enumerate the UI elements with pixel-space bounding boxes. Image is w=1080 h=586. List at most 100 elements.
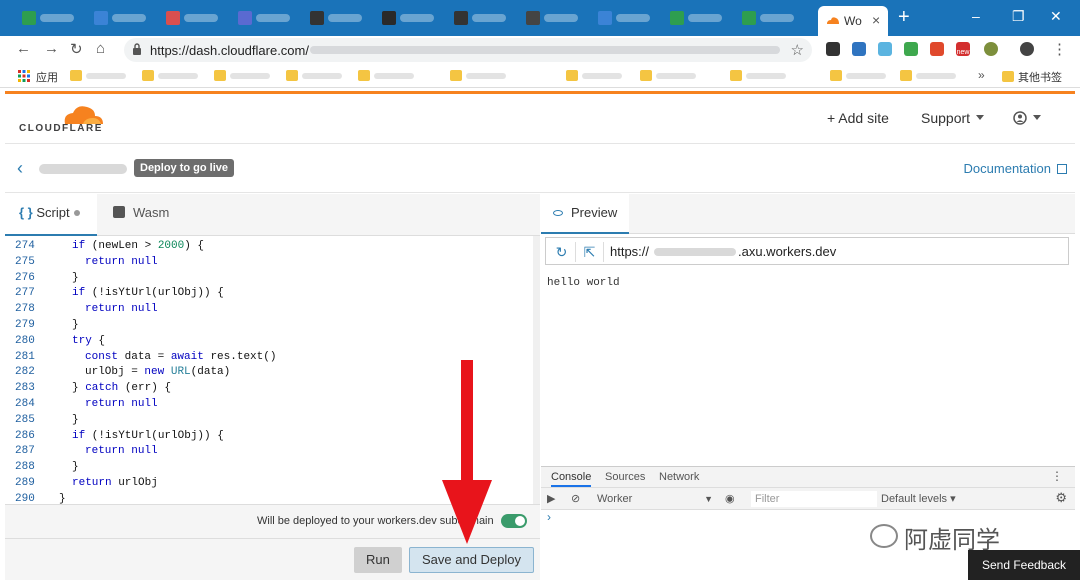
- refresh-icon[interactable]: ↻: [548, 242, 576, 262]
- code-line: 275 return null: [5, 256, 533, 271]
- code-text: return null: [85, 303, 158, 316]
- browser-tab[interactable]: [450, 8, 514, 28]
- add-site-button[interactable]: + Add site: [827, 110, 889, 126]
- bookmarks-overflow[interactable]: »: [978, 68, 985, 82]
- code-text: const data = await res.text(): [85, 350, 277, 363]
- run-button[interactable]: Run: [354, 547, 402, 573]
- line-number: 286: [15, 429, 35, 442]
- code-line: 278 return null: [5, 303, 533, 318]
- extension-icon[interactable]: [878, 42, 892, 56]
- workers-dev-toggle[interactable]: [501, 514, 527, 528]
- new-tab-icon[interactable]: +: [898, 6, 910, 29]
- code-text: if (newLen > 2000) {: [72, 240, 205, 252]
- preview-url-redacted: [654, 248, 736, 256]
- browser-tab[interactable]: [306, 8, 370, 28]
- code-text: return urlObj: [72, 477, 158, 489]
- console-filter-input[interactable]: Filter: [751, 491, 877, 507]
- browser-tab[interactable]: [378, 8, 442, 28]
- browser-tab[interactable]: [594, 8, 658, 28]
- devtools-tab-console[interactable]: Console: [551, 471, 592, 487]
- extension-icon[interactable]: [852, 42, 866, 56]
- extension-icon[interactable]: [930, 42, 944, 56]
- braces-icon: { }: [19, 205, 33, 220]
- vertical-scrollbar[interactable]: [533, 236, 540, 504]
- browser-tab[interactable]: [234, 8, 298, 28]
- clear-console-icon[interactable]: ⊘: [571, 492, 580, 505]
- line-number: 282: [15, 366, 35, 379]
- browser-tab-active[interactable]: Wo ×: [818, 6, 888, 36]
- restore-icon[interactable]: ❐: [1012, 8, 1025, 25]
- line-number: 281: [15, 350, 35, 363]
- extension-new-icon[interactable]: new: [956, 42, 970, 56]
- code-text: } catch (err) {: [72, 382, 172, 395]
- code-text: }: [72, 413, 79, 426]
- extension-icon[interactable]: [826, 42, 840, 56]
- tab-script-label: Script: [36, 205, 70, 220]
- evernote-icon[interactable]: [904, 42, 918, 56]
- gear-icon[interactable]: ⚙: [1055, 490, 1067, 506]
- console-prompt[interactable]: ›: [547, 510, 551, 524]
- line-number: 284: [15, 398, 35, 410]
- context-select[interactable]: Worker ▼: [597, 491, 715, 507]
- home-icon[interactable]: ⌂: [96, 40, 105, 57]
- forward-icon[interactable]: →: [44, 40, 59, 57]
- browser-tab[interactable]: [522, 8, 586, 28]
- tab-preview[interactable]: Preview: [541, 194, 629, 234]
- devtools-tab-sources[interactable]: Sources: [605, 471, 645, 483]
- save-and-deploy-button[interactable]: Save and Deploy: [409, 547, 535, 573]
- cloudflare-favicon-icon: [827, 17, 839, 24]
- browser-tab[interactable]: [18, 8, 82, 28]
- wasm-icon: [113, 206, 125, 218]
- chrome-menu-icon[interactable]: ⋮: [1052, 40, 1067, 58]
- line-number: 280: [15, 334, 35, 347]
- line-number: 289: [15, 477, 35, 489]
- close-window-icon[interactable]: ✕: [1050, 8, 1062, 25]
- line-number: 277: [15, 287, 35, 300]
- code-line: 277 if (!isYtUrl(urlObj)) {: [5, 287, 533, 302]
- eye-icon: [553, 210, 563, 216]
- chevron-down-icon: [1033, 115, 1041, 120]
- line-number: 285: [15, 413, 35, 426]
- close-tab-icon[interactable]: ×: [872, 12, 880, 28]
- preview-url-prefix: https://: [610, 244, 650, 259]
- tab-wasm[interactable]: Wasm: [111, 194, 169, 236]
- code-text: }: [72, 461, 79, 474]
- sidebar-toggle-icon[interactable]: ▶: [547, 492, 555, 505]
- chevron-down-icon: [976, 115, 985, 120]
- minimize-icon[interactable]: –: [972, 8, 980, 24]
- account-menu[interactable]: [1013, 110, 1041, 126]
- code-text: return null: [85, 445, 158, 458]
- browser-tab[interactable]: [666, 8, 730, 28]
- profile-avatar[interactable]: [1020, 42, 1034, 56]
- apps-label[interactable]: 应用: [36, 69, 58, 85]
- browser-tab-strip: Wo × + – ❐ ✕: [0, 0, 1080, 36]
- cloudflare-header: CLOUDFLARE + Add site Support: [5, 94, 1075, 144]
- open-external-icon[interactable]: ⇱: [576, 242, 604, 262]
- back-icon[interactable]: ←: [16, 40, 31, 57]
- reload-icon[interactable]: ↻: [70, 40, 83, 58]
- live-expression-eye-icon[interactable]: ◉: [725, 492, 735, 505]
- browser-toolbar: ← → ↻ ⌂ https://dash.cloudflare.com/ ☆ n…: [0, 36, 1080, 64]
- code-text: }: [59, 492, 66, 504]
- bookmark-star-icon[interactable]: ☆: [791, 41, 804, 59]
- log-levels-select[interactable]: Default levels ▾: [881, 492, 956, 505]
- devtools-menu-icon[interactable]: ⋮: [1051, 469, 1063, 483]
- browser-tab[interactable]: [738, 8, 802, 28]
- code-text: try {: [72, 334, 106, 347]
- extension-icon[interactable]: [984, 42, 998, 56]
- documentation-link[interactable]: Documentation: [964, 161, 1067, 176]
- line-number: 283: [15, 382, 35, 395]
- line-number: 275: [15, 255, 35, 268]
- browser-tab[interactable]: [90, 8, 154, 28]
- address-bar[interactable]: https://dash.cloudflare.com/ ☆: [124, 38, 812, 62]
- devtools-tab-network[interactable]: Network: [659, 471, 699, 483]
- external-link-icon: [1057, 164, 1067, 174]
- worker-subheader: ‹ Deploy to go live Documentation: [5, 145, 1075, 193]
- back-chevron-icon[interactable]: ‹: [17, 158, 23, 179]
- support-menu[interactable]: Support: [921, 110, 985, 126]
- send-feedback-button[interactable]: Send Feedback: [968, 550, 1080, 580]
- tab-script[interactable]: { } Script: [5, 194, 97, 236]
- apps-grid-icon[interactable]: [18, 70, 30, 82]
- browser-tab[interactable]: [162, 8, 226, 28]
- other-bookmarks[interactable]: 其他书签: [1002, 69, 1062, 85]
